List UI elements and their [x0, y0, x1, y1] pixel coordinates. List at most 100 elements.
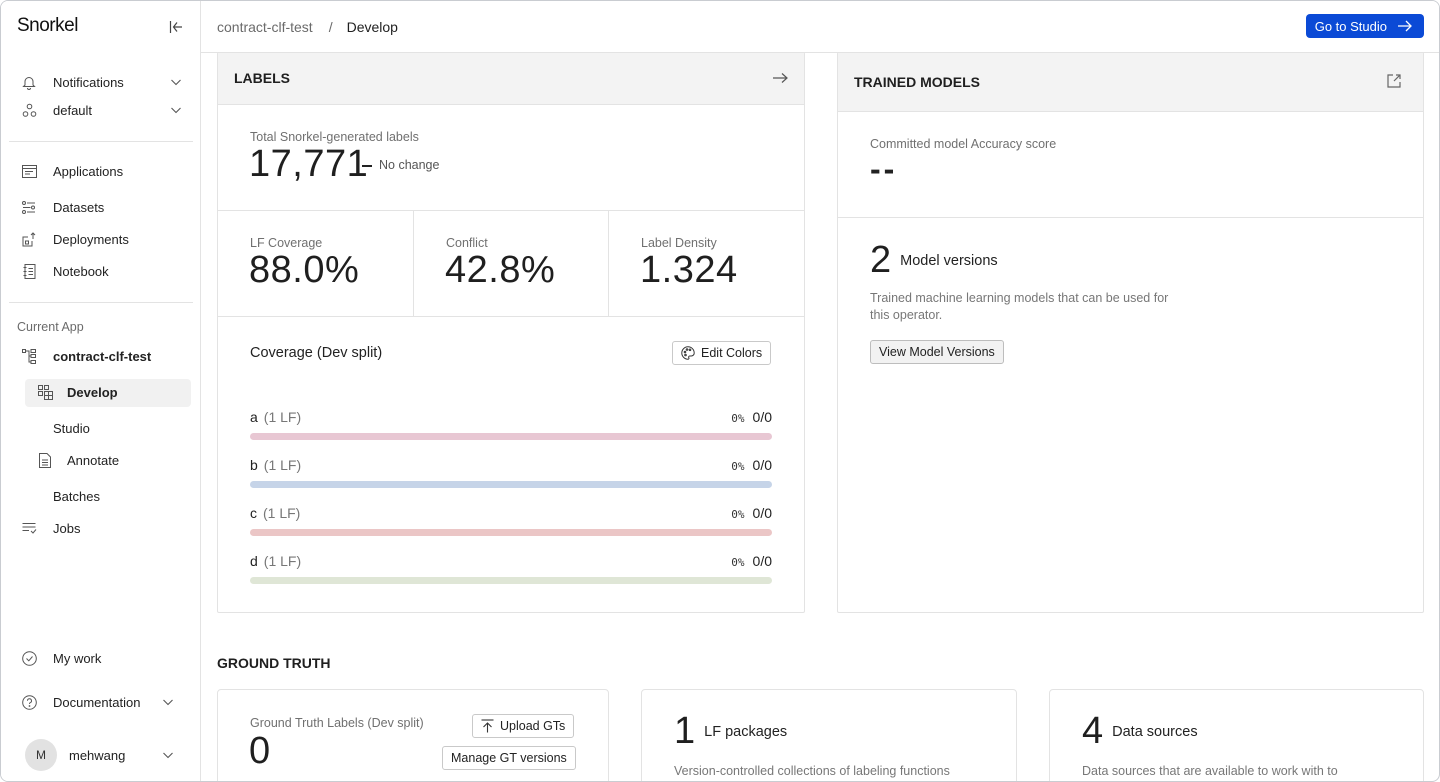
coverage-ratio: 0/0 [752, 457, 772, 473]
breadcrumb-app-link[interactable]: contract-clf-test [217, 19, 313, 35]
deployments-icon [21, 231, 37, 247]
data-sources-card: 4 Data sources Data sources that are ava… [1049, 689, 1424, 781]
coverage-row: a (1 LF) 0% 0/0 [250, 409, 772, 443]
collapse-sidebar-button[interactable] [167, 18, 185, 36]
accuracy-label: Committed model Accuracy score [870, 137, 1057, 151]
metric-label: Conflict [446, 236, 488, 250]
metric-label: Label Density [641, 236, 717, 250]
breadcrumb: contract-clf-test / Develop [217, 19, 398, 35]
coverage-stats: 0% 0/0 [731, 457, 772, 473]
trained-models-card: TRAINED MODELS Committed model Accuracy … [837, 52, 1424, 613]
snorkel-logo: Snorkel [17, 15, 78, 36]
sidebar-item-jobs[interactable]: Jobs [17, 515, 193, 541]
sidebar-divider [9, 141, 193, 142]
total-labels-label: Total Snorkel-generated labels [250, 130, 419, 144]
edit-colors-label: Edit Colors [701, 346, 763, 360]
sidebar-item-studio[interactable]: Studio [53, 415, 193, 441]
current-app-link[interactable]: contract-clf-test [17, 343, 193, 369]
sidebar-item-applications[interactable]: Applications [17, 158, 193, 184]
applications-icon [21, 163, 37, 179]
check-circle-icon [21, 650, 37, 666]
change-label: No change [379, 158, 440, 172]
user-menu[interactable]: M mehwang [25, 739, 193, 771]
external-link-icon[interactable] [1387, 74, 1401, 88]
edit-colors-button[interactable]: Edit Colors [672, 341, 772, 365]
sidebar-item-deployments[interactable]: Deployments [17, 226, 193, 252]
class-name: c (1 LF) [250, 505, 300, 521]
data-sources-stat: 4 Data sources [1082, 710, 1198, 753]
accuracy-value: -- [870, 151, 898, 187]
sidebar-item-notifications[interactable]: Notifications [17, 69, 193, 95]
breadcrumb-separator: / [328, 19, 333, 35]
lf-count: (1 LF) [263, 505, 301, 521]
go-to-studio-button[interactable]: Go to Studio [1305, 14, 1424, 38]
document-icon [37, 452, 53, 468]
coverage-stats: 0% 0/0 [731, 505, 772, 521]
coverage-stats: 0% 0/0 [731, 553, 772, 569]
sidebar-item-workspace[interactable]: default [17, 97, 193, 123]
collapse-left-icon [169, 21, 182, 33]
model-versions-stat: 2 Model versions [870, 239, 998, 282]
model-versions-count: 2 [870, 239, 892, 281]
ground-truth-card: Ground Truth Labels (Dev split) 0 Upload… [217, 689, 609, 781]
upload-icon [481, 719, 494, 733]
trained-models-title: TRAINED MODELS [854, 74, 980, 90]
metric-label: LF Coverage [250, 236, 323, 250]
app-tree-icon [21, 348, 37, 364]
chevron-down-icon [171, 107, 181, 114]
class-label: b [250, 457, 258, 473]
coverage-percent: 0% [731, 412, 745, 425]
sidebar-item-my-work[interactable]: My work [17, 645, 193, 671]
data-sources-description: Data sources that are available to work … [1082, 764, 1338, 778]
upload-gts-button[interactable]: Upload GTs [472, 714, 575, 738]
data-sources-label: Data sources [1112, 724, 1198, 740]
data-sources-count: 4 [1082, 710, 1104, 752]
model-versions-label: Model versions [900, 253, 998, 269]
app-window: Snorkel Notifications default Applicatio… [0, 0, 1440, 782]
sidebar-item-datasets[interactable]: Datasets [17, 194, 193, 220]
coverage-bar [250, 481, 772, 488]
jobs-icon [21, 520, 37, 536]
ground-truth-title: GROUND TRUTH [217, 655, 331, 671]
view-model-versions-button[interactable]: View Model Versions [870, 340, 1004, 364]
current-app-label: Current App [17, 320, 84, 334]
divider [413, 210, 414, 316]
go-to-studio-label: Go to Studio [1314, 18, 1387, 34]
sidebar: Snorkel Notifications default Applicatio… [1, 1, 201, 781]
jobs-label: Jobs [53, 520, 81, 536]
batches-label: Batches [53, 488, 100, 504]
manage-gt-versions-button[interactable]: Manage GT versions [442, 746, 576, 770]
model-versions-description: Trained machine learning models that can… [870, 291, 1169, 322]
sidebar-item-develop[interactable]: Develop [33, 379, 191, 405]
notifications-label: Notifications [53, 74, 124, 90]
annotate-label: Annotate [67, 452, 120, 468]
help-icon [21, 694, 37, 710]
sidebar-item-batches[interactable]: Batches [53, 483, 193, 509]
coverage-percent: 0% [731, 508, 745, 521]
sidebar-item-notebook[interactable]: Notebook [17, 258, 193, 284]
class-name: d (1 LF) [250, 553, 301, 569]
workspace-label: default [53, 102, 93, 118]
datasets-icon [21, 199, 37, 215]
coverage-row: d (1 LF) 0% 0/0 [250, 553, 772, 587]
coverage-ratio: 0/0 [752, 409, 772, 425]
applications-label: Applications [53, 163, 124, 179]
sidebar-item-documentation[interactable]: Documentation [17, 689, 193, 715]
labels-card: LABELS Total Snorkel-generated labels 17… [217, 52, 805, 613]
bell-icon [21, 74, 37, 90]
class-label: d [250, 553, 258, 569]
my-work-label: My work [53, 650, 102, 666]
upload-gts-label: Upload GTs [500, 719, 566, 733]
sidebar-item-annotate[interactable]: Annotate [33, 447, 191, 473]
labels-title: LABELS [234, 70, 290, 86]
workspace-icon [21, 102, 37, 118]
divider [838, 217, 1423, 218]
coverage-title: Coverage (Dev split) [250, 345, 383, 361]
arrow-right-icon [1398, 20, 1412, 32]
notebook-icon [21, 263, 37, 279]
lf-count: (1 LF) [263, 409, 302, 425]
chevron-down-icon [163, 752, 173, 759]
arrow-right-icon[interactable] [772, 72, 788, 84]
class-label: c [250, 505, 257, 521]
coverage-ratio: 0/0 [752, 505, 772, 521]
